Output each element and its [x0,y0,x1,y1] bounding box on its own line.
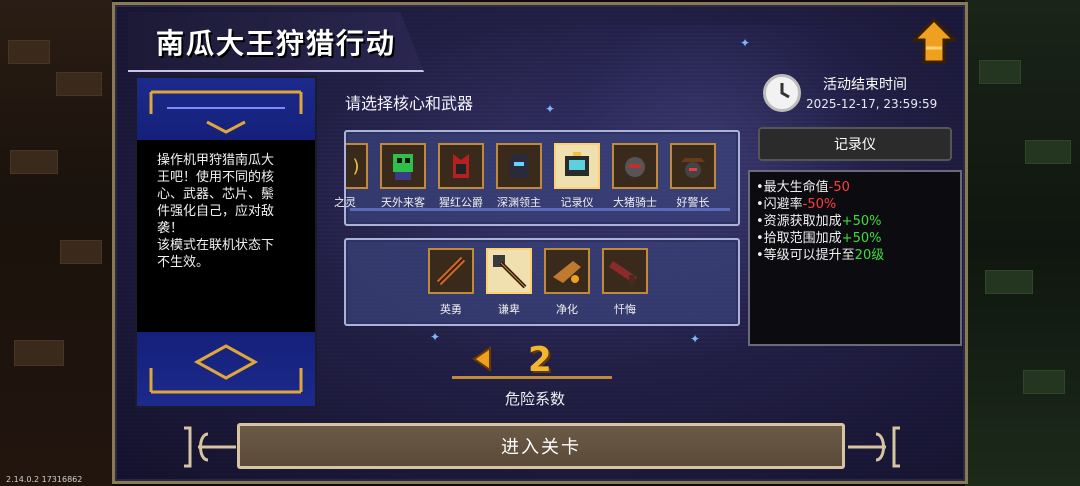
difficulty-label: 危险系数 [505,390,566,408]
page-title: 南瓜大王狩猎行动 [156,27,397,60]
stat-value: 20级 [854,248,885,263]
description-line: 袭！ [157,221,184,236]
core-label: 好警长 [676,196,710,209]
background-brick [14,340,64,366]
stat-line: •最大生命值-50 [756,180,850,196]
stat-line: •拾取范围加成+50% [756,231,881,247]
event-end-value: 2025-12-17, 23:59:59 [806,97,938,111]
enter-level-button[interactable]: 进入关卡 [237,423,845,469]
background-right [965,0,1080,486]
difficulty-divider [452,376,612,379]
background-brick [10,150,58,174]
background-brick [979,60,1021,84]
description-line: 件强化自己，应对敌 [157,204,275,219]
weapon-label: 忏悔 [614,303,636,316]
stat-value: -50% [802,197,837,212]
weapon-slot[interactable] [544,248,590,294]
clock-icon [763,74,801,112]
back-button[interactable] [912,18,956,64]
ornament-left [178,422,238,472]
stat-value: -50 [828,180,850,195]
scarlet-duke-core-icon [453,154,469,178]
stat-label: •闪避率 [756,197,803,212]
event-end-label: 活动结束时间 [823,77,907,93]
stat-label: •等级可以提升至 [756,248,855,263]
description-line: 操作机甲狩猎南瓜大 [157,153,275,168]
core-weapon-prompt: 请选择核心和武器 [345,94,474,113]
stat-line: •闪避率-50% [756,197,836,213]
description-line: 王吧！使用不同的核 [157,170,275,185]
stat-value: +50% [841,214,882,229]
description-scroll: 操作机甲狩猎南瓜大 王吧！使用不同的核 心、武器、芯片、鬃 件强化自己，应对敌 … [135,76,317,408]
abyss-lord-core-icon [509,154,529,178]
sparkle-icon: ✦ [430,330,441,344]
core-label: 之灵 [334,196,356,209]
brave-weapon-icon [436,256,466,286]
weapon-slot[interactable] [428,248,474,294]
background-brick [1025,140,1071,164]
stat-line: •资源获取加成+50% [756,214,881,230]
background-brick [1023,370,1065,394]
core-slot[interactable] [438,143,484,189]
version-label: 2.14.0.2 17316862 [6,475,83,484]
sheriff-core-icon [681,158,705,178]
description-line: 不生效。 [157,255,210,270]
recorder-core-icon [565,152,589,176]
repent-weapon-icon [609,261,637,285]
core-slot[interactable]: ) [346,143,368,189]
weapon-slot-selected[interactable] [486,248,532,294]
selected-core-name: 记录仪 [758,127,952,161]
background-brick [8,40,50,64]
spirit-core-icon: ) [352,155,360,177]
ornament-right [846,422,906,472]
difficulty-decrease-button[interactable] [470,346,494,372]
stat-line: •等级可以提升至20级 [756,248,884,264]
core-slot[interactable] [612,143,658,189]
background-brick [985,270,1033,294]
core-stats-panel: •最大生命值-50 •闪避率-50% •资源获取加成+50% •拾取范围加成+5… [748,170,962,346]
purify-weapon-icon [553,261,581,283]
difficulty-value: 2 [528,340,552,380]
back-arrow-icon [912,18,956,64]
weapon-slot[interactable] [602,248,648,294]
background-left [0,0,112,486]
core-slot[interactable] [380,143,426,189]
stat-value: +50% [841,231,882,246]
stat-label: •资源获取加成 [756,214,842,229]
description-line: 该模式在联机状态下 [157,238,275,253]
description-text: 操作机甲狩猎南瓜大 王吧！使用不同的核 心、武器、芯片、鬃 件强化自己，应对敌 … [157,152,307,271]
description-line: 心、武器、芯片、鬃 [157,187,275,202]
core-slot[interactable] [670,143,716,189]
pig-knight-core-icon [625,157,645,177]
sparkle-icon: ✦ [740,36,751,50]
alien-visitor-core-icon [393,154,413,180]
sparkle-icon: ✦ [690,332,701,346]
core-slot-selected[interactable] [554,143,600,189]
stat-label: •拾取范围加成 [756,231,842,246]
scroll-footer-ornament [137,332,315,406]
stat-label: •最大生命值 [756,180,829,195]
background-brick [56,72,102,96]
core-slot[interactable] [496,143,542,189]
background-brick [60,240,102,264]
chevron-left-icon [472,346,491,372]
humble-weapon-icon [493,255,527,289]
sparkle-icon: ✦ [545,102,556,116]
scroll-header-ornament [137,78,315,140]
